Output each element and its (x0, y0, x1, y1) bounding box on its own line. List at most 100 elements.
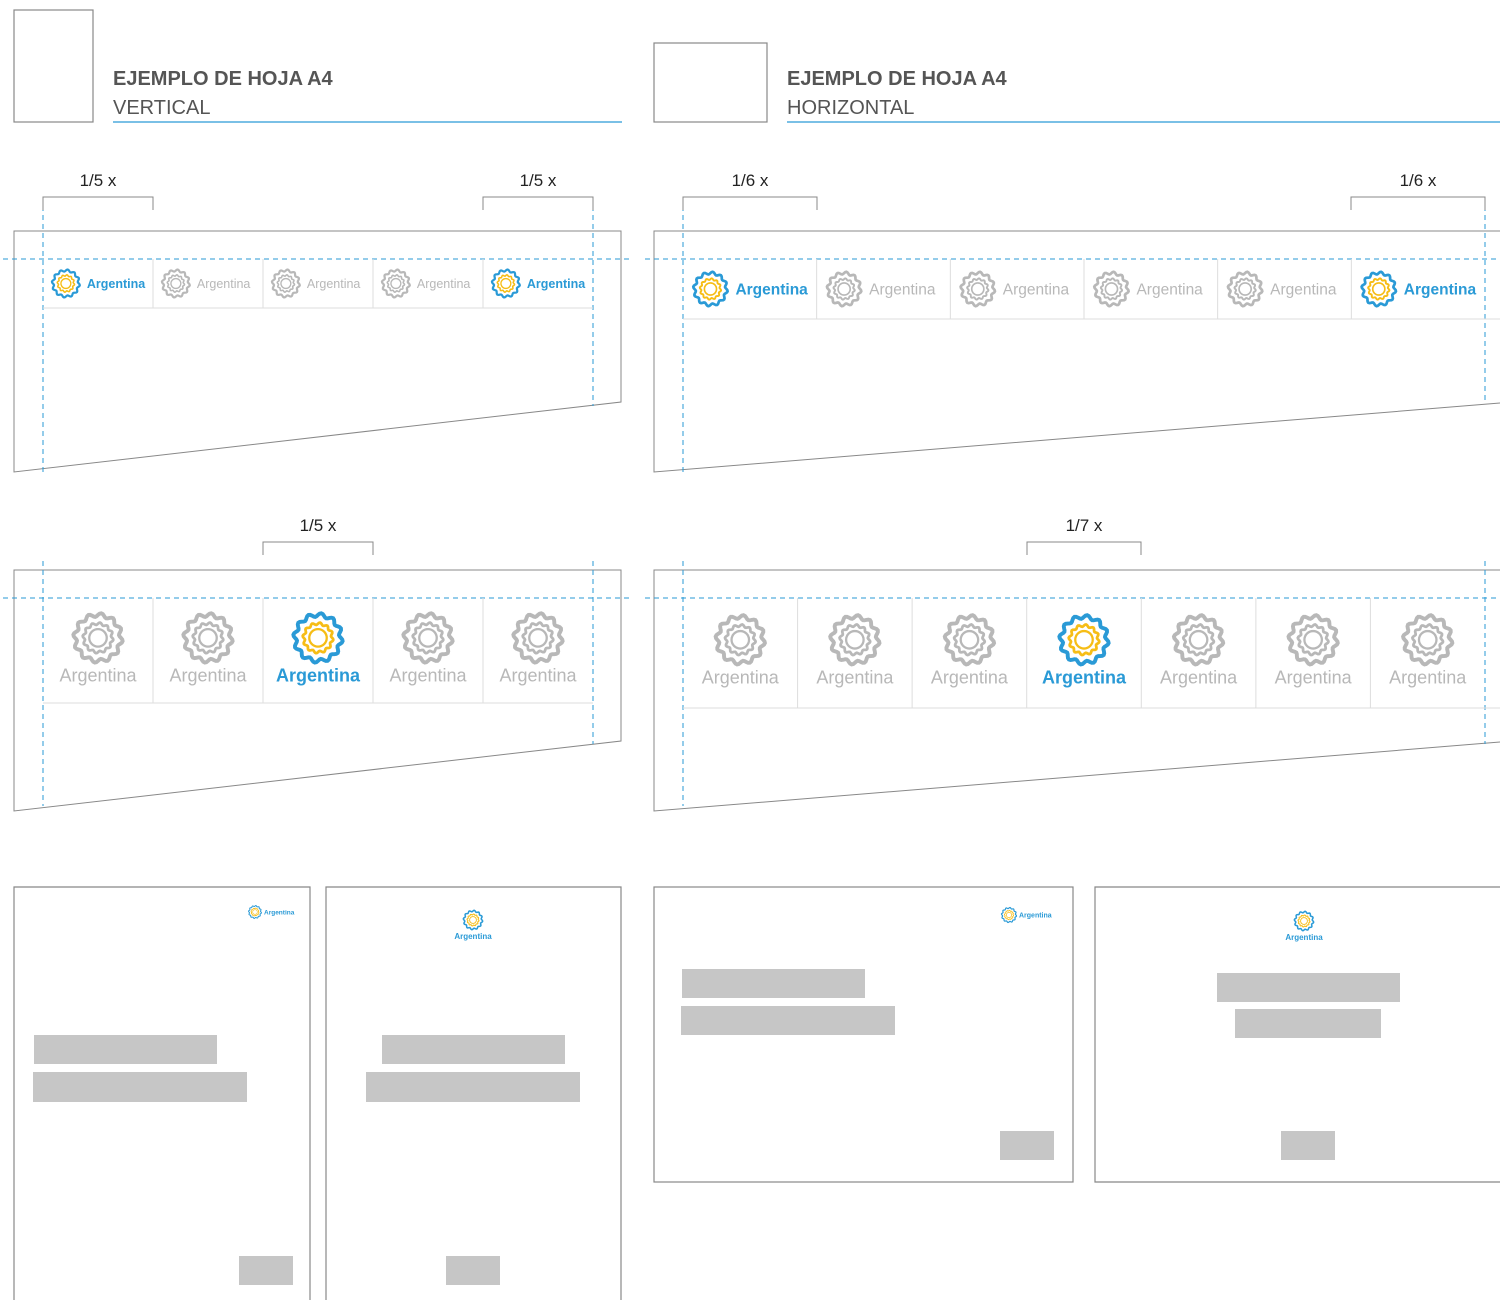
logo-cell: Argentina (152, 598, 248, 703)
sun-seal-icon (291, 611, 345, 665)
logo: Argentina (248, 905, 295, 919)
page-perspective-outline (653, 230, 1500, 473)
brand-name-text: Argentina (1003, 281, 1070, 298)
brand-name-text: Argentina (264, 909, 295, 916)
logo-cell-active: Argentina (482, 259, 586, 308)
sun-seal-icon (691, 270, 730, 308)
brand-name-text: Argentina (816, 668, 894, 688)
vertical-subtitle: VERTICAL (113, 97, 210, 119)
brand-name-text: Argentina (527, 277, 586, 291)
measure-label: 1/7 x (1066, 516, 1103, 535)
page-example-horizontal-right: Argentina (653, 886, 1074, 1183)
vertical-section-header: EJEMPLO DE HOJA A4 VERTICAL (13, 9, 622, 123)
logo-row: Argentina Argentina Argentina Argentina Arge… (59, 598, 578, 703)
brand-name-text: Argentina (931, 668, 1009, 688)
placeholder-text-block (366, 1072, 580, 1102)
placeholder-text-block (1235, 1009, 1381, 1038)
placeholder-text-block (681, 1006, 895, 1035)
sun-seal-icon (825, 270, 863, 308)
brand-name-text: Argentina (1389, 668, 1467, 688)
sun-seal-icon (1171, 613, 1226, 667)
sun-seal-icon (401, 611, 455, 665)
logo-cell: Argentina (372, 259, 470, 308)
measure-label-right: 1/6 x (1400, 171, 1437, 190)
brand-name-text: Argentina (1404, 281, 1477, 298)
sun-seal-icon (380, 268, 411, 299)
brand-name-text: Argentina (1285, 933, 1323, 942)
brand-name-text: Argentina (454, 932, 492, 941)
brand-name-text: Argentina (1270, 281, 1337, 298)
brand-name-text: Argentina (276, 666, 361, 686)
logo-cell-active: Argentina (262, 598, 361, 703)
logo-cell: Argentina (372, 598, 468, 703)
logo: Argentina (454, 909, 492, 941)
logo-row: Argentina Argentina Argentina Argentina Arge… (702, 598, 1467, 708)
measure-bracket (482, 196, 594, 210)
page-example-horizontal-center: Argentina (1094, 886, 1500, 1183)
logo-cell: Argentina (816, 259, 936, 319)
sun-seal-icon (942, 613, 997, 667)
logo-cell: Argentina (797, 598, 894, 708)
brand-name-text: Argentina (389, 666, 467, 686)
page-outline-icon (13, 9, 94, 123)
placeholder-footer-block (446, 1256, 500, 1285)
measure-label-left: 1/5 x (80, 171, 117, 190)
sun-seal-icon (1000, 906, 1018, 924)
placeholder-text-block (34, 1035, 217, 1064)
a4-layout-diagram: EJEMPLO DE HOJA A4 VERTICAL EJEMPLO DE H… (3, 9, 1500, 1300)
placeholder-footer-block (1281, 1131, 1335, 1160)
measure-label: 1/5 x (300, 516, 337, 535)
logo-cell: Argentina (1140, 598, 1238, 708)
sun-seal-icon (71, 611, 125, 665)
placeholder-footer-block (1000, 1131, 1054, 1160)
page-outline-icon (653, 42, 768, 123)
sun-seal-icon (462, 909, 484, 931)
brand-name-text: Argentina (1275, 668, 1353, 688)
sun-seal-icon (1226, 270, 1264, 308)
sun-seal-icon (490, 268, 521, 299)
brand-name-text: Argentina (1136, 281, 1203, 298)
placeholder-text-block (33, 1072, 247, 1102)
measure-bracket (1026, 541, 1142, 555)
brand-name-text: Argentina (499, 666, 577, 686)
logo-cell: Argentina (482, 598, 578, 703)
placeholder-text-block (682, 969, 865, 998)
page-example-vertical-center: Argentina (325, 886, 622, 1300)
measure-bracket (1350, 196, 1486, 210)
horizontal-top-header-diagram: 1/6 x 1/6 x Argentina Argentina Argentina A… (645, 171, 1500, 473)
vertical-title: EJEMPLO DE HOJA A4 (113, 68, 334, 90)
page-example-vertical-right: Argentina (13, 886, 311, 1300)
brand-name-text: Argentina (1042, 668, 1127, 688)
logo-cell: Argentina (1369, 598, 1467, 708)
placeholder-footer-block (239, 1256, 293, 1285)
sun-seal-icon (248, 905, 262, 919)
horizontal-section-header: EJEMPLO DE HOJA A4 HORIZONTAL (653, 42, 1500, 123)
placeholder-text-block (382, 1035, 565, 1064)
logo-row: Argentina Argentina Argentina Argentina Arge… (50, 259, 586, 308)
horizontal-subtitle: HORIZONTAL (787, 97, 914, 119)
logo-cell: Argentina (1217, 259, 1337, 319)
sun-seal-icon (1360, 270, 1398, 308)
brand-name-text: Argentina (735, 281, 808, 298)
brand-name-text: Argentina (1019, 912, 1052, 919)
sun-seal-icon (713, 613, 767, 667)
placeholder-text-block (1217, 973, 1400, 1002)
brand-name-text: Argentina (87, 277, 146, 291)
logo-cell: Argentina (911, 598, 1009, 708)
brand-name-text: Argentina (869, 281, 936, 298)
sun-seal-icon (1286, 613, 1340, 667)
sun-seal-icon (181, 611, 235, 665)
sun-seal-icon (1092, 270, 1131, 308)
measure-label-left: 1/6 x (732, 171, 769, 190)
sun-seal-icon (160, 268, 191, 299)
measure-bracket (262, 541, 374, 555)
measure-bracket (682, 196, 818, 210)
logo-cell: Argentina (949, 259, 1070, 319)
sun-seal-icon (270, 268, 301, 299)
sun-seal-icon (511, 611, 565, 665)
brand-name-text: Argentina (197, 277, 251, 291)
sun-seal-icon (828, 613, 882, 667)
horizontal-center-header-diagram: 1/7 x Argentina Argentina Argentina Argenti… (645, 516, 1500, 812)
logo-cell: Argentina (1083, 259, 1203, 319)
sun-seal-icon (50, 268, 81, 299)
